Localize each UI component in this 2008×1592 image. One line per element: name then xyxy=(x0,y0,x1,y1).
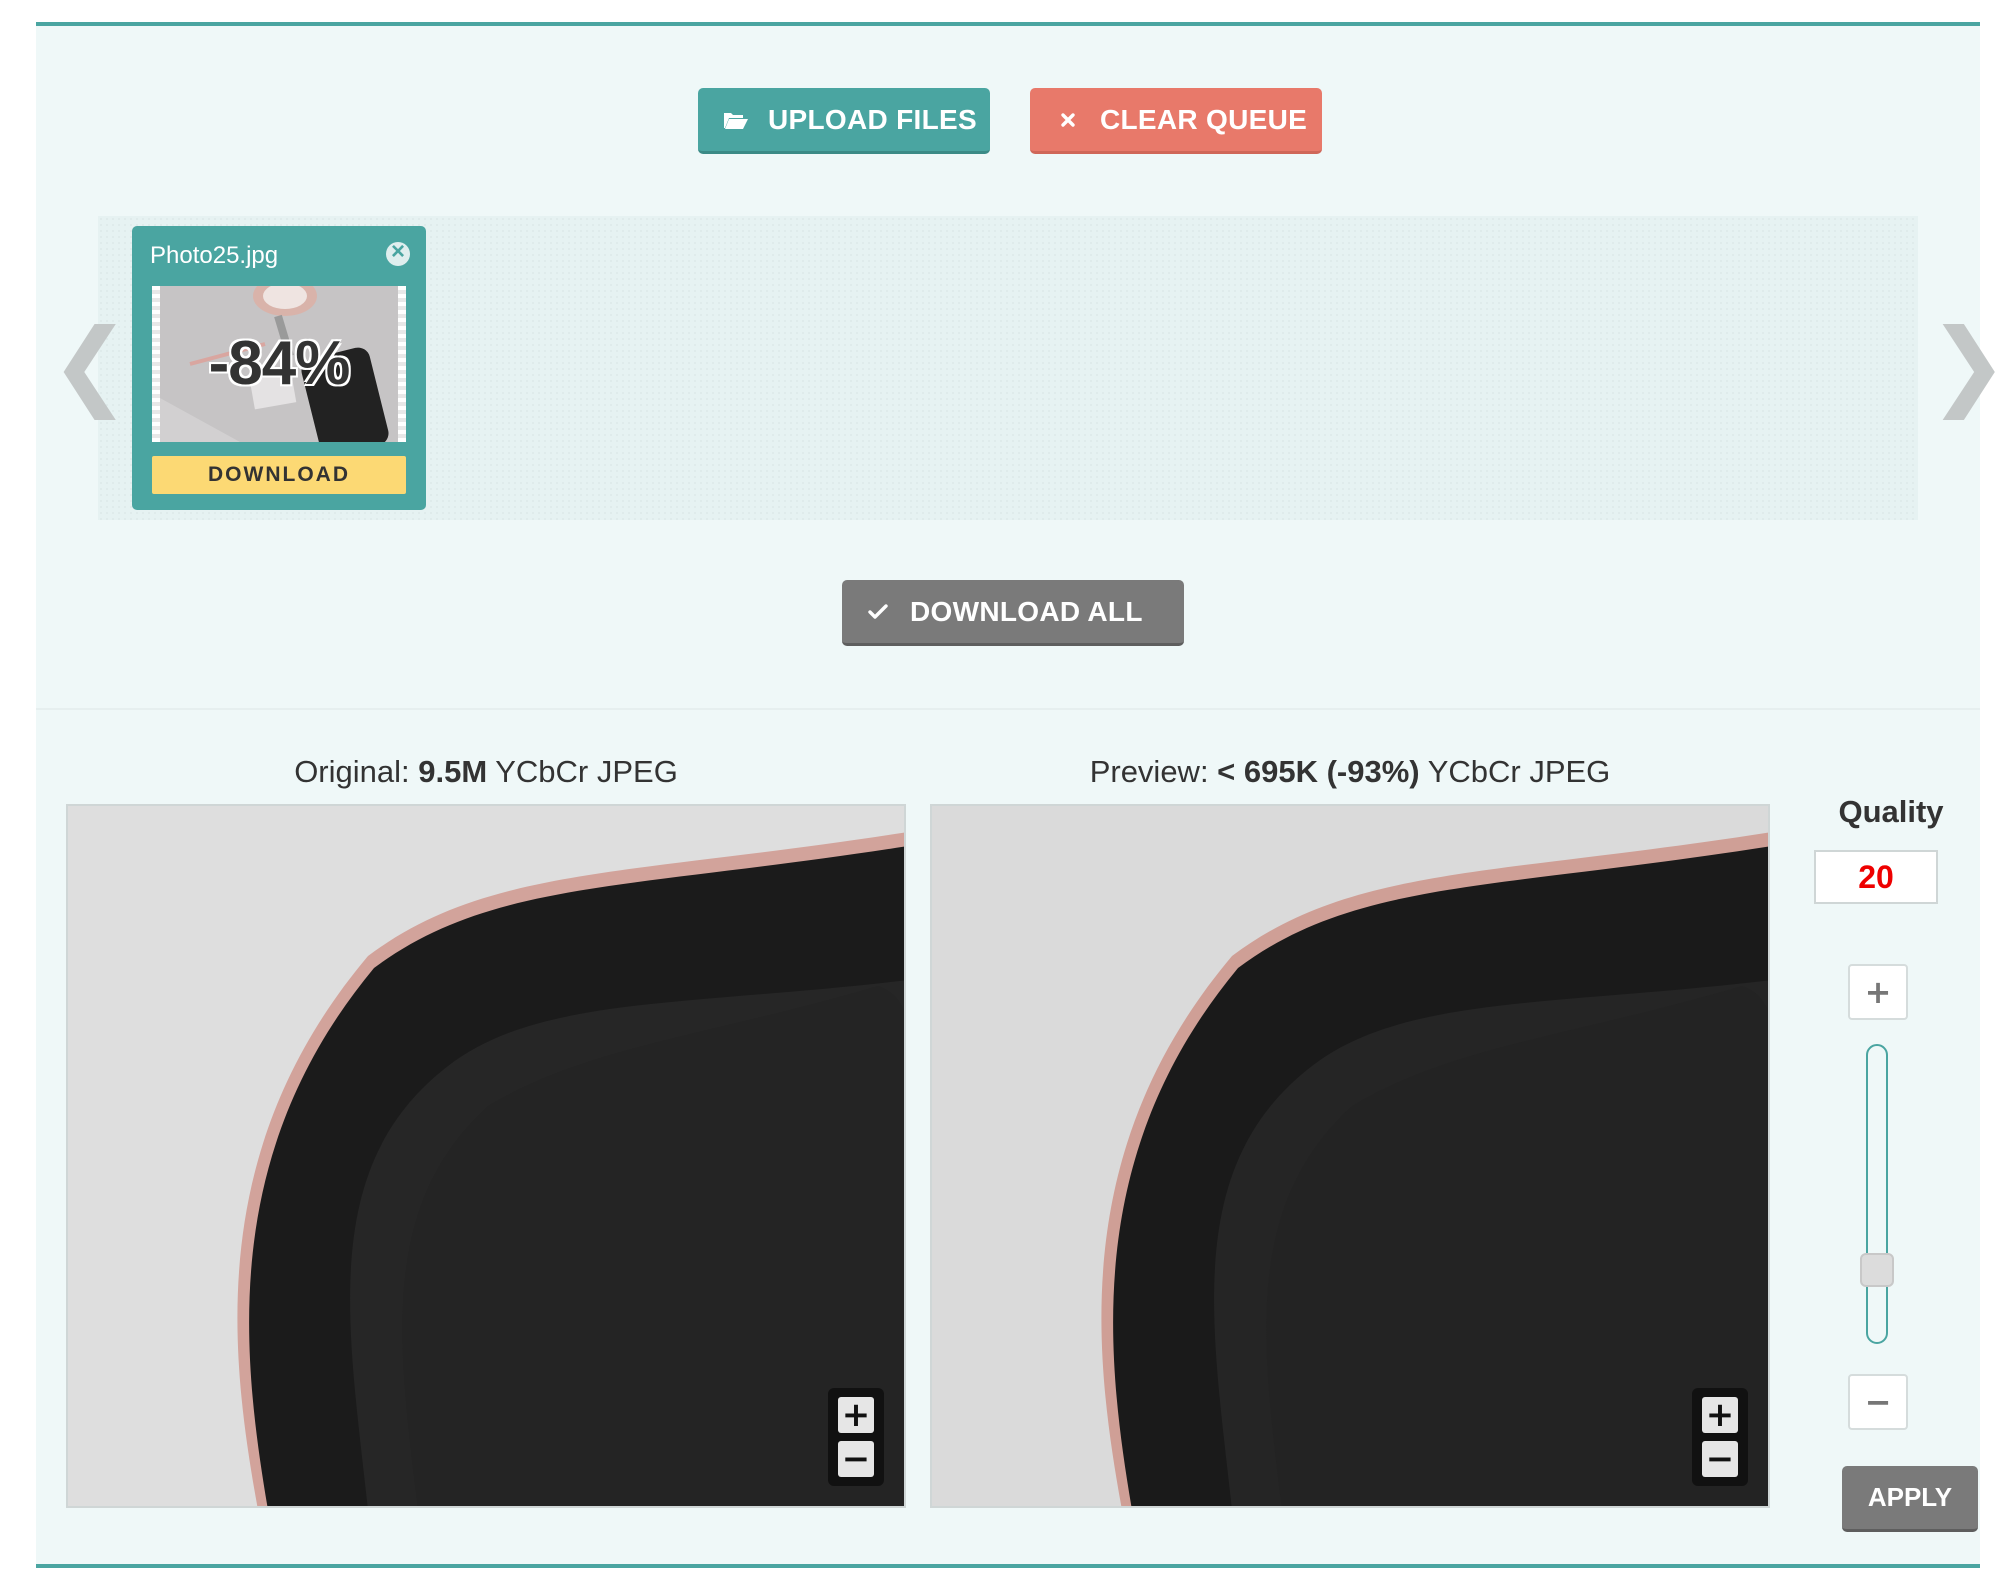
quality-input[interactable]: 20 xyxy=(1814,850,1938,904)
file-download-button[interactable]: DOWNLOAD xyxy=(152,456,406,494)
section-divider xyxy=(36,708,1980,710)
quality-slider-track[interactable] xyxy=(1866,1044,1888,1344)
upload-files-label: UPLOAD FILES xyxy=(768,103,977,135)
remove-file-icon[interactable] xyxy=(386,238,410,266)
file-thumbnail: -84% xyxy=(152,286,406,442)
clear-queue-button[interactable]: CLEAR QUEUE xyxy=(1030,88,1322,154)
preview-image-pane[interactable]: + − xyxy=(930,804,1770,1508)
download-all-label: DOWNLOAD ALL xyxy=(910,595,1143,627)
download-all-button[interactable]: DOWNLOAD ALL xyxy=(842,580,1184,646)
original-image xyxy=(68,806,904,1506)
quality-label: Quality xyxy=(1838,794,1944,829)
original-image-pane[interactable]: + − xyxy=(66,804,906,1508)
preview-zoom-controls: + − xyxy=(1692,1388,1748,1486)
original-size: 9.5M xyxy=(418,754,488,789)
quality-slider-handle[interactable] xyxy=(1860,1252,1894,1287)
quality-increase-button[interactable]: + xyxy=(1848,964,1908,1020)
preview-size: < 695K (-93%) xyxy=(1217,754,1420,789)
original-zoom-out-button[interactable]: − xyxy=(838,1441,874,1478)
queue-next-arrow[interactable]: ❯ xyxy=(1928,316,2008,412)
preview-zoom-in-button[interactable]: + xyxy=(1702,1396,1738,1433)
file-name: Photo25.jpg xyxy=(150,242,279,269)
upload-files-button[interactable]: UPLOAD FILES xyxy=(698,88,990,154)
close-icon xyxy=(1054,106,1082,134)
preview-image xyxy=(932,806,1768,1506)
queue-prev-arrow[interactable]: ❮ xyxy=(50,316,130,412)
original-prefix: Original: xyxy=(294,754,419,789)
folder-open-icon xyxy=(722,106,750,134)
checkmark-icon xyxy=(864,598,892,626)
queue-item-card[interactable]: Photo25.jpg -84% DOWNLOAD xyxy=(132,226,426,510)
original-zoom-in-button[interactable]: + xyxy=(838,1396,874,1433)
preview-prefix: Preview: xyxy=(1089,754,1218,789)
clear-queue-label: CLEAR QUEUE xyxy=(1100,103,1308,135)
compressor-app: UPLOAD FILES CLEAR QUEUE ❮ ❯ Photo25.jpg xyxy=(36,22,2008,1568)
reduction-percent: -84% xyxy=(208,329,351,398)
preview-format: YCbCr JPEG xyxy=(1419,754,1611,789)
preview-title: Preview: < 695K (-93%) YCbCr JPEG xyxy=(930,754,1770,790)
original-title: Original: 9.5M YCbCr JPEG xyxy=(66,754,906,790)
original-zoom-controls: + − xyxy=(828,1388,884,1486)
original-format: YCbCr JPEG xyxy=(487,754,678,789)
quality-decrease-button[interactable]: − xyxy=(1848,1374,1908,1430)
apply-button[interactable]: APPLY xyxy=(1842,1466,1978,1532)
preview-zoom-out-button[interactable]: − xyxy=(1702,1441,1738,1478)
